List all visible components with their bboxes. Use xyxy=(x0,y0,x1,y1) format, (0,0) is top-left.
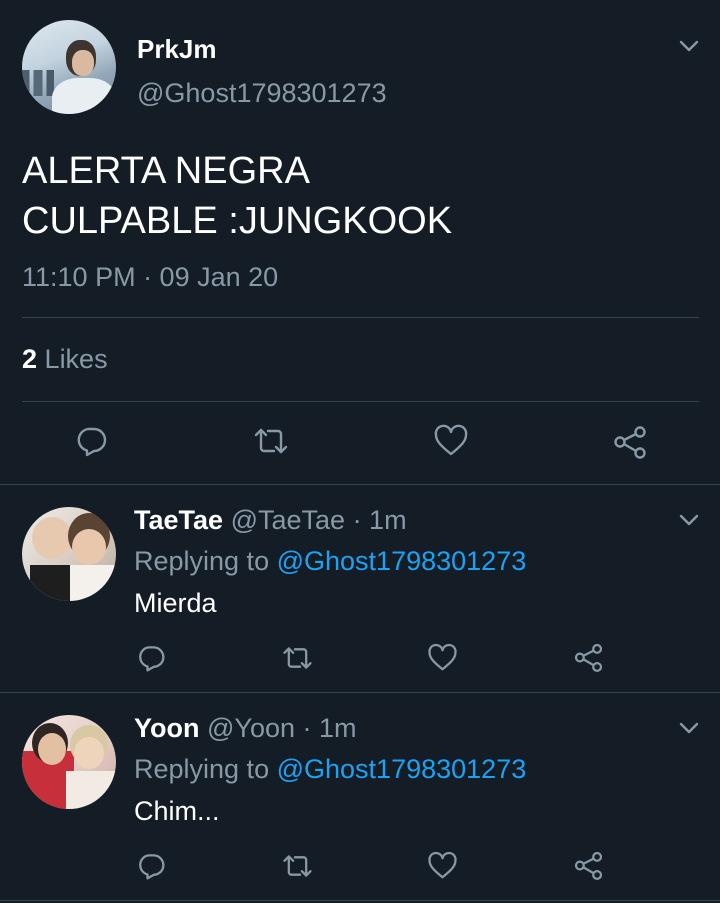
like-icon[interactable] xyxy=(427,643,458,673)
replying-to: Replying to @Ghost1798301273 xyxy=(134,754,526,785)
tweet-text-line: CULPABLE :JUNGKOOK xyxy=(22,200,453,242)
reply-icon[interactable] xyxy=(74,424,108,458)
replying-prefix: Replying to xyxy=(134,754,270,784)
reply-text: Chim... xyxy=(134,796,220,826)
share-icon[interactable] xyxy=(573,642,604,673)
reply-time: · 1m xyxy=(352,505,407,535)
avatar[interactable] xyxy=(22,715,116,809)
likes-label: Likes xyxy=(44,344,108,374)
tweet-text-line: ALERTA NEGRA xyxy=(22,150,310,192)
user-handle[interactable]: @Yoon xyxy=(207,713,295,743)
retweet-icon[interactable] xyxy=(252,424,290,458)
reply-text: Mierda xyxy=(134,588,217,618)
reply-icon[interactable] xyxy=(136,643,166,673)
likes-number: 2 xyxy=(22,344,38,374)
retweet-icon[interactable] xyxy=(281,643,314,673)
user-handle[interactable]: @TaeTae xyxy=(231,505,345,535)
display-name[interactable]: Yoon xyxy=(134,713,199,743)
share-icon[interactable] xyxy=(612,424,648,460)
chevron-down-icon[interactable] xyxy=(678,35,700,57)
reply-header: Yoon @Yoon · 1m xyxy=(134,713,357,744)
chevron-down-icon[interactable] xyxy=(678,509,700,531)
like-icon[interactable] xyxy=(427,851,458,881)
share-icon[interactable] xyxy=(573,850,604,881)
avatar[interactable] xyxy=(22,507,116,601)
reply-header: TaeTae @TaeTae · 1m xyxy=(134,505,407,536)
divider xyxy=(22,317,699,318)
reply-time: · 1m xyxy=(302,713,357,743)
display-name[interactable]: PrkJm xyxy=(137,34,217,65)
main-tweet: PrkJm @Ghost1798301273 ALERTA NEGRA CULP… xyxy=(0,0,720,484)
chevron-down-icon[interactable] xyxy=(678,717,700,739)
avatar[interactable] xyxy=(22,20,116,114)
replying-to: Replying to @Ghost1798301273 xyxy=(134,546,526,577)
reply-tweet[interactable]: TaeTae @TaeTae · 1m Replying to @Ghost17… xyxy=(0,485,720,692)
reply-icon[interactable] xyxy=(136,851,166,881)
retweet-icon[interactable] xyxy=(281,851,314,881)
divider xyxy=(0,900,720,901)
likes-count[interactable]: 2 Likes xyxy=(22,344,108,375)
user-handle[interactable]: @Ghost1798301273 xyxy=(137,78,387,109)
tweet-text: ALERTA NEGRA CULPABLE :JUNGKOOK xyxy=(22,146,452,246)
like-icon[interactable] xyxy=(433,424,469,458)
divider xyxy=(22,401,699,402)
display-name[interactable]: TaeTae xyxy=(134,505,223,535)
tweet-timestamp: 11:10 PM · 09 Jan 20 xyxy=(22,262,279,292)
replying-prefix: Replying to xyxy=(134,546,270,576)
mention-link[interactable]: @Ghost1798301273 xyxy=(277,546,527,576)
reply-tweet[interactable]: Yoon @Yoon · 1m Replying to @Ghost179830… xyxy=(0,693,720,900)
mention-link[interactable]: @Ghost1798301273 xyxy=(277,754,527,784)
